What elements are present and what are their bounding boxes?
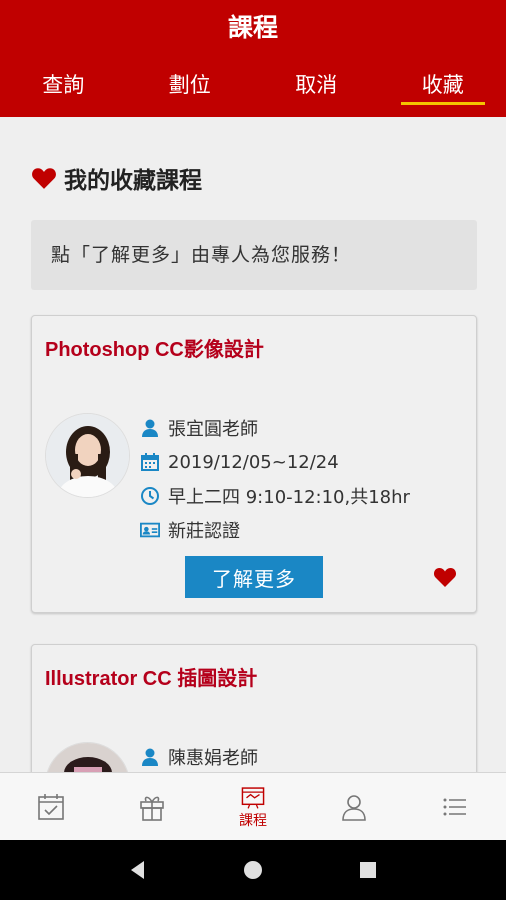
course-icon (241, 786, 265, 809)
person-icon (142, 419, 158, 437)
section-title: 我的收藏課程 (64, 168, 202, 194)
page-title: 課程 (227, 13, 278, 42)
system-navigation-bar (0, 840, 506, 900)
section-header: 我的收藏課程 (31, 161, 202, 195)
teacher-name: 陳惠娟老師 (168, 748, 258, 769)
tab-favorites[interactable]: 收藏 (380, 70, 506, 110)
favorite-heart-icon[interactable] (433, 566, 457, 588)
course-info: 陳惠娟老師 (140, 740, 258, 772)
back-icon[interactable] (127, 859, 149, 881)
nav-profile[interactable] (304, 773, 405, 840)
teacher-avatar (45, 742, 130, 772)
course-title[interactable]: Photoshop CC影像設計 (45, 333, 264, 362)
time-row: 早上二四 9:10-12:10,共18hr (140, 479, 410, 513)
id-card-icon (140, 522, 160, 538)
tab-cancel[interactable]: 取消 (253, 70, 380, 110)
nav-gift[interactable] (101, 773, 202, 840)
heart-icon (32, 168, 56, 189)
nav-menu[interactable] (405, 773, 506, 840)
user-icon (342, 794, 367, 821)
notice-banner: 點「了解更多」由專人為您服務！ (31, 220, 477, 290)
gift-icon (139, 796, 164, 821)
location-row: 新莊認證 (140, 513, 410, 547)
learn-more-button[interactable]: 了解更多 (185, 556, 323, 598)
date-row: 2019/12/05~12/24 (140, 445, 410, 479)
course-card[interactable]: Photoshop CC影像設計 張宜圓老師 2019/12/05~12/24 … (31, 315, 477, 613)
course-time: 早上二四 9:10-12:10,共18hr (168, 487, 410, 508)
main-content[interactable]: 我的收藏課程 點「了解更多」由專人為您服務！ Photoshop CC影像設計 (0, 117, 506, 772)
menu-icon (443, 798, 467, 815)
course-card[interactable]: Illustrator CC 插圖設計 陳惠娟老師 (31, 644, 477, 772)
course-info: 張宜圓老師 2019/12/05~12/24 早上二四 9:10-12:10,共… (140, 411, 410, 547)
app-header: 課程 查詢 劃位 取消 收藏 (0, 0, 506, 117)
nav-courses-label: 課程 (239, 812, 267, 829)
course-location: 新莊認證 (168, 521, 240, 542)
calendar-check-icon (37, 793, 64, 820)
nav-calendar[interactable] (0, 773, 101, 840)
teacher-row: 張宜圓老師 (140, 411, 410, 445)
bottom-navigation: 課程 (0, 772, 506, 840)
tab-search[interactable]: 查詢 (0, 70, 127, 110)
nav-courses[interactable]: 課程 (202, 773, 303, 840)
tab-booking[interactable]: 劃位 (127, 70, 254, 110)
clock-icon (141, 487, 159, 505)
course-title[interactable]: Illustrator CC 插圖設計 (45, 662, 257, 691)
home-icon[interactable] (242, 859, 264, 881)
recents-icon[interactable] (357, 859, 379, 881)
top-tabs: 查詢 劃位 取消 收藏 (0, 70, 506, 110)
calendar-icon (141, 453, 159, 471)
course-date: 2019/12/05~12/24 (168, 451, 339, 473)
teacher-name: 張宜圓老師 (168, 419, 258, 440)
teacher-avatar (45, 413, 130, 498)
teacher-row: 陳惠娟老師 (140, 740, 258, 772)
person-icon (142, 748, 158, 766)
